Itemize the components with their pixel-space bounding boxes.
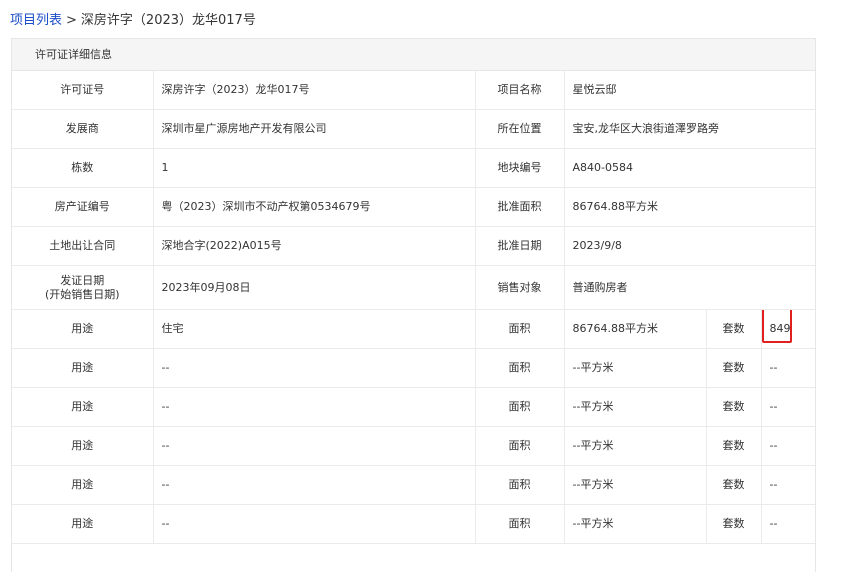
table-row: 土地出让合同 深地合字(2022)A015号 批准日期 2023/9/8 (12, 226, 815, 266)
property-cert-label: 房产证编号 (12, 187, 154, 227)
table-row: 房产证编号 粤（2023）深圳市不动产权第0534679号 批准面积 86764… (12, 187, 815, 227)
table-row: 许可证号 深房许字（2023）龙华017号 项目名称 星悦云邸 (12, 71, 815, 110)
usage-value: -- (153, 465, 476, 505)
building-count-label: 栋数 (12, 148, 154, 188)
property-cert-value: 粤（2023）深圳市不动产权第0534679号 (153, 187, 476, 227)
license-detail-panel: 许可证详细信息 许可证号 深房许字（2023）龙华017号 项目名称 星悦云邸 … (11, 38, 816, 572)
breadcrumb-current: 深房许字（2023）龙华017号 (80, 13, 256, 28)
table-row: 用途 -- 面积 --平方米 套数 -- (12, 465, 815, 505)
land-contract-label: 土地出让合同 (12, 226, 154, 266)
area-label: 面积 (475, 504, 565, 544)
table-row: 发展商 深圳市星广源房地产开发有限公司 所在位置 宝安,龙华区大浪街道澤罗路旁 (12, 109, 815, 149)
panel-title: 许可证详细信息 (12, 38, 815, 71)
plot-number-value: A840-0584 (564, 148, 815, 188)
unit-count-cell: 849 (761, 309, 815, 349)
license-number-label: 许可证号 (12, 71, 154, 110)
table-row: 用途 -- 面积 --平方米 套数 -- (12, 504, 815, 544)
location-value: 宝安,龙华区大浪街道澤罗路旁 (564, 109, 815, 149)
area-value: --平方米 (564, 504, 707, 544)
unit-count-value: -- (761, 504, 815, 544)
building-count-value: 1 (153, 148, 476, 188)
table-row: 用途 -- 面积 --平方米 套数 -- (12, 387, 815, 427)
approved-area-value: 86764.88平方米 (564, 187, 815, 227)
unit-count-label: 套数 (706, 387, 762, 427)
unit-count-label: 套数 (706, 348, 762, 388)
unit-count-value: -- (761, 426, 815, 466)
unit-count-value: -- (761, 465, 815, 505)
area-value: --平方米 (564, 465, 707, 505)
usage-label: 用途 (12, 426, 154, 466)
usage-label: 用途 (12, 504, 154, 544)
issue-date-label-line2: (开始销售日期) (44, 287, 120, 301)
issue-date-label-line1: 发证日期 (60, 273, 105, 287)
sales-target-label: 销售对象 (475, 265, 565, 310)
unit-count-value: -- (761, 387, 815, 427)
breadcrumb: 项目列表 > 深房许字（2023）龙华017号 (10, 12, 256, 30)
unit-count-value: -- (761, 348, 815, 388)
breadcrumb-separator: > (66, 13, 77, 28)
usage-label: 用途 (12, 387, 154, 427)
area-label: 面积 (475, 465, 565, 505)
unit-count-label: 套数 (706, 426, 762, 466)
area-label: 面积 (475, 426, 565, 466)
usage-value: -- (153, 387, 476, 427)
sales-target-value: 普通购房者 (564, 265, 815, 310)
table-row: 用途 住宅 面积 86764.88平方米 套数 849 (12, 309, 815, 349)
usage-value: -- (153, 348, 476, 388)
usage-label: 用途 (12, 309, 154, 349)
unit-count-label: 套数 (706, 309, 762, 349)
table-row: 栋数 1 地块编号 A840-0584 (12, 148, 815, 188)
area-label: 面积 (475, 348, 565, 388)
approval-date-value: 2023/9/8 (564, 226, 815, 266)
land-contract-value: 深地合字(2022)A015号 (153, 226, 476, 266)
area-value: --平方米 (564, 348, 707, 388)
table-row: 用途 -- 面积 --平方米 套数 -- (12, 348, 815, 388)
plot-number-label: 地块编号 (475, 148, 565, 188)
unit-count-value: 849 (769, 322, 791, 335)
usage-label: 用途 (12, 465, 154, 505)
usage-value: -- (153, 426, 476, 466)
usage-label: 用途 (12, 348, 154, 388)
usage-value: -- (153, 504, 476, 544)
table-row: 用途 -- 面积 --平方米 套数 -- (12, 426, 815, 466)
location-label: 所在位置 (475, 109, 565, 149)
project-name-value: 星悦云邸 (564, 71, 815, 110)
area-value: --平方米 (564, 387, 707, 427)
issue-date-value: 2023年09月08日 (153, 265, 476, 310)
area-value: 86764.88平方米 (564, 309, 707, 349)
approved-area-label: 批准面积 (475, 187, 565, 227)
table-row: 发证日期 (开始销售日期) 2023年09月08日 销售对象 普通购房者 (12, 265, 815, 310)
developer-value: 深圳市星广源房地产开发有限公司 (153, 109, 476, 149)
area-value: --平方米 (564, 426, 707, 466)
usage-value: 住宅 (153, 309, 476, 349)
license-detail-table: 许可证号 深房许字（2023）龙华017号 项目名称 星悦云邸 发展商 深圳市星… (12, 71, 815, 544)
issue-date-label: 发证日期 (开始销售日期) (12, 265, 154, 310)
unit-count-label: 套数 (706, 504, 762, 544)
breadcrumb-project-list-link[interactable]: 项目列表 (10, 13, 62, 28)
developer-label: 发展商 (12, 109, 154, 149)
area-label: 面积 (475, 309, 565, 349)
unit-count-label: 套数 (706, 465, 762, 505)
project-name-label: 项目名称 (475, 71, 565, 110)
approval-date-label: 批准日期 (475, 226, 565, 266)
license-number-value: 深房许字（2023）龙华017号 (153, 71, 476, 110)
area-label: 面积 (475, 387, 565, 427)
